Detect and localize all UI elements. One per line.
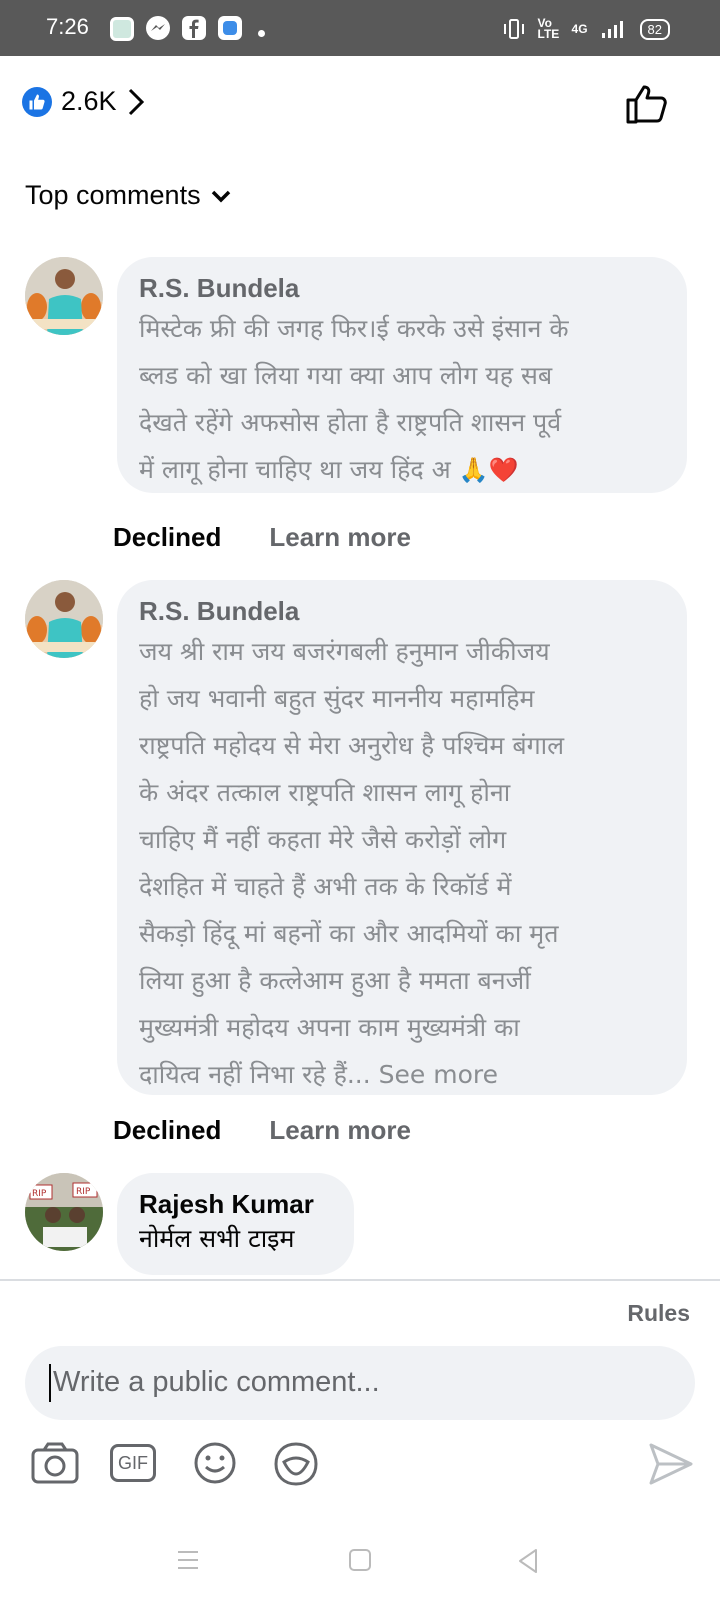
comment-input-placeholder: Write a public comment... bbox=[53, 1366, 380, 1398]
comment-sort-selector[interactable]: Top comments bbox=[25, 180, 231, 211]
comment-line: राष्ट्रपति महोदय से मेरा अनुरोध है पश्चि… bbox=[139, 731, 565, 760]
messenger-icon bbox=[146, 16, 170, 40]
rules-link[interactable]: Rules bbox=[627, 1300, 690, 1327]
status-right: Vo LTE 4G 82 bbox=[502, 16, 670, 41]
comment-actions: Declined Learn more bbox=[113, 1115, 411, 1146]
comment-actions: Declined Learn more bbox=[113, 522, 411, 553]
comment-bubble[interactable]: Rajesh Kumar नोर्मल सभी टाइम bbox=[117, 1173, 354, 1275]
sort-label: Top comments bbox=[25, 180, 201, 210]
comment-author[interactable]: R.S. Bundela bbox=[139, 271, 663, 305]
comment-bubble[interactable]: R.S. Bundela जय श्री राम जय बजरंगबली हनु… bbox=[117, 580, 687, 1095]
comment-bubble[interactable]: R.S. Bundela मिस्टेक फ्री की जगह फिर।ई क… bbox=[117, 257, 687, 493]
reactions-summary[interactable]: 2.6K bbox=[22, 86, 145, 117]
camera-button[interactable] bbox=[30, 1440, 80, 1486]
menu-nav-button[interactable] bbox=[176, 1548, 200, 1572]
comment-line: देशहित में चाहते हैं अभी तक के रिकॉर्ड म… bbox=[139, 872, 512, 901]
declined-label: Declined bbox=[113, 1115, 222, 1145]
comment-line: जय श्री राम जय बजरंगबली हनुमान जीकीजय bbox=[139, 637, 550, 666]
learn-more-link[interactable]: Learn more bbox=[269, 522, 411, 553]
declined-label: Declined bbox=[113, 522, 222, 552]
facebook-icon bbox=[182, 16, 206, 40]
comment-line: मुख्यमंत्री महोदय अपना काम मुख्यमंत्री क… bbox=[139, 1013, 520, 1042]
see-more-link[interactable]: See more bbox=[379, 1060, 498, 1089]
more-notifications-icon bbox=[258, 30, 265, 37]
emoji-button[interactable] bbox=[192, 1440, 238, 1486]
back-nav-button[interactable] bbox=[516, 1548, 540, 1574]
chevron-down-icon bbox=[211, 190, 230, 202]
comment-input[interactable]: Write a public comment... bbox=[25, 1346, 695, 1420]
battery-indicator: 82 bbox=[639, 18, 670, 40]
comment-line: के अंदर तत्काल राष्ट्रपति शासन लागू होना bbox=[139, 778, 511, 807]
comment-line: मिस्टेक फ्री की जगह फिर।ई करके उसे इंसान… bbox=[139, 314, 569, 343]
emoji-pray-heart: 🙏❤️ bbox=[458, 456, 519, 484]
avatar-badge-text: RIP bbox=[76, 1187, 91, 1197]
signal-icon bbox=[601, 21, 623, 38]
avatar[interactable] bbox=[25, 257, 103, 335]
comment-author[interactable]: R.S. Bundela bbox=[139, 594, 663, 628]
divider bbox=[0, 1279, 720, 1281]
status-time: 7:26 bbox=[46, 14, 89, 39]
comment-line: में लागू होना चाहिए था जय हिंद अ 🙏❤️ bbox=[139, 446, 663, 494]
gif-button[interactable]: GIF bbox=[110, 1444, 156, 1482]
comment-line: सैकड़ो हिंदू मां बहनों का और आदमियों का … bbox=[139, 919, 559, 948]
comment-line: हो जय भवानी बहुत सुंदर माननीय महामहिम bbox=[139, 684, 535, 713]
app-notification-icon bbox=[110, 17, 134, 41]
comment-line: देखते रहेंगे अफसोस होता है राष्ट्रपति शा… bbox=[139, 408, 562, 437]
app-notification-icon-2 bbox=[218, 16, 242, 40]
comment-line: लिया हुआ है कत्लेआम हुआ है ममता बनर्जी bbox=[139, 966, 531, 995]
comment-line: ब्लड को खा लिया गया क्या आप लोग यह सब bbox=[139, 361, 553, 390]
send-button[interactable] bbox=[648, 1442, 694, 1486]
comment-text: मिस्टेक फ्री की जगह फिर।ई करके उसे इंसान… bbox=[139, 305, 663, 494]
comment-author[interactable]: Rajesh Kumar bbox=[139, 1187, 330, 1221]
avatar[interactable] bbox=[25, 580, 103, 658]
gif-label: GIF bbox=[118, 1452, 148, 1473]
status-bar: 7:26 Vo LTE 4G 82 bbox=[0, 0, 720, 56]
text-cursor bbox=[49, 1364, 51, 1402]
volte-label: Vo LTE bbox=[537, 16, 560, 41]
avatar-badge-text: RIP bbox=[32, 1189, 47, 1199]
like-reaction-icon bbox=[22, 86, 52, 117]
comment-text: जय श्री राम जय बजरंगबली हनुमान जीकीजय हो… bbox=[139, 628, 663, 1098]
comment-line-text: में लागू होना चाहिए था जय हिंद अ bbox=[139, 455, 451, 484]
sticker-button[interactable] bbox=[272, 1440, 320, 1488]
vibrate-icon bbox=[503, 19, 524, 39]
home-nav-button[interactable] bbox=[348, 1548, 372, 1572]
comment-line: चाहिए मैं नहीं कहता मेरे जैसे करोड़ों लो… bbox=[139, 825, 507, 854]
like-button[interactable] bbox=[626, 84, 668, 124]
comment-line-text: दायित्व नहीं निभा रहे हैं... bbox=[139, 1060, 371, 1089]
comment-text: नोर्मल सभी टाइम bbox=[139, 1224, 295, 1253]
signal-label: 4G bbox=[571, 22, 588, 36]
chevron-right-icon bbox=[128, 88, 144, 115]
reaction-count: 2.6K bbox=[61, 86, 117, 116]
system-navigation-bar bbox=[0, 1520, 720, 1600]
learn-more-link[interactable]: Learn more bbox=[269, 1115, 411, 1146]
avatar[interactable]: RIP RIP bbox=[25, 1173, 103, 1251]
comment-line: दायित्व नहीं निभा रहे हैं... See more bbox=[139, 1051, 663, 1098]
